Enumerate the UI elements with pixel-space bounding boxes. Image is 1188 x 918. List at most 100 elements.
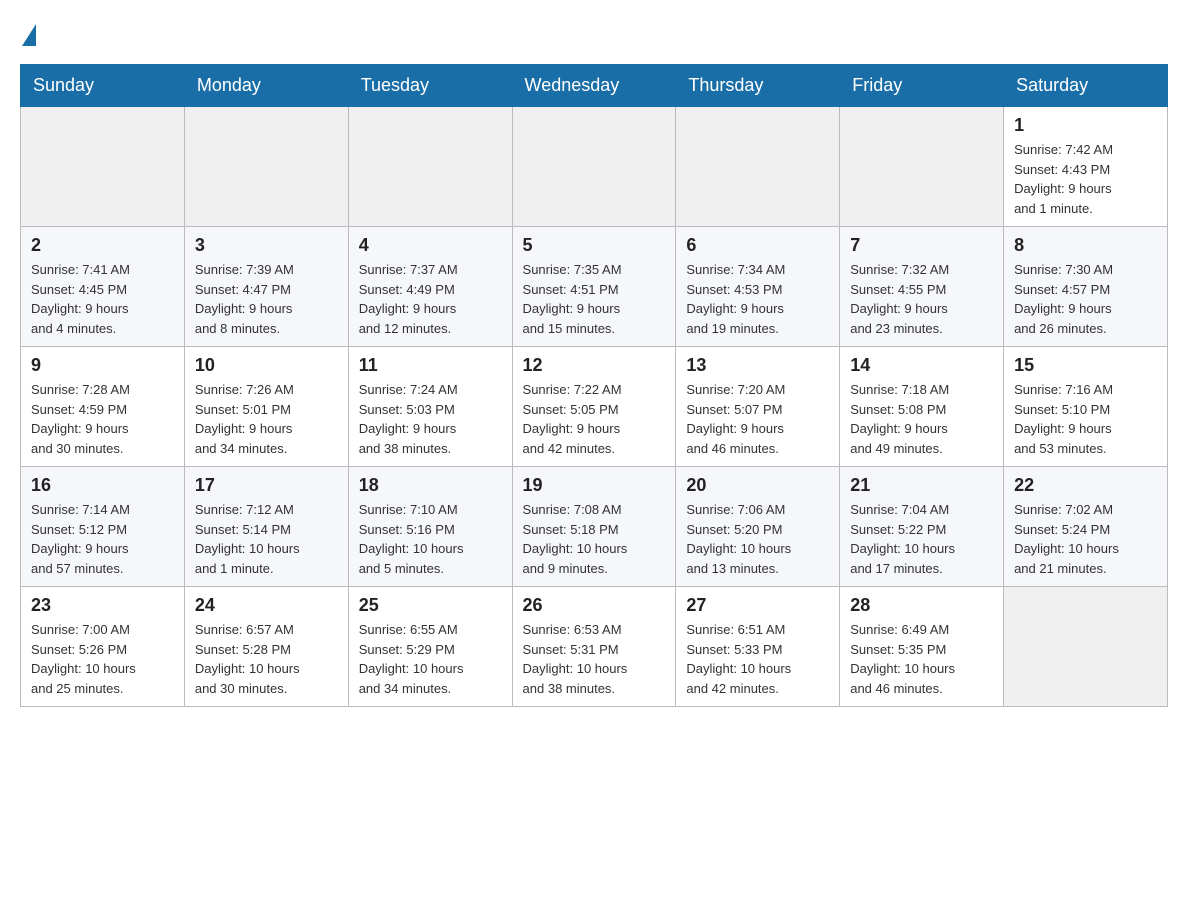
day-info: Sunrise: 7:22 AM Sunset: 5:05 PM Dayligh… bbox=[523, 380, 666, 458]
day-info: Sunrise: 7:06 AM Sunset: 5:20 PM Dayligh… bbox=[686, 500, 829, 578]
day-info: Sunrise: 7:32 AM Sunset: 4:55 PM Dayligh… bbox=[850, 260, 993, 338]
calendar-day-cell: 5Sunrise: 7:35 AM Sunset: 4:51 PM Daylig… bbox=[512, 227, 676, 347]
day-number: 27 bbox=[686, 595, 829, 616]
calendar-day-cell: 10 Sunrise: 7:26 AM Sunset: 5:01 PM Dayli… bbox=[184, 347, 348, 467]
day-number: 21 bbox=[850, 475, 993, 496]
calendar-day-cell: 28 Sunrise: 6:49 AM Sunset: 5:35 PM Dayli… bbox=[840, 587, 1004, 707]
calendar-day-cell: 1 Sunrise: 7:42 AM Sunset: 4:43 PM Daylig… bbox=[1004, 107, 1168, 227]
day-info: Sunrise: 7:24 AM Sunset: 5:03 PM Dayligh… bbox=[359, 380, 502, 458]
calendar-day-cell: 13 Sunrise: 7:20 AM Sunset: 5:07 PM Dayli… bbox=[676, 347, 840, 467]
calendar-day-cell bbox=[348, 107, 512, 227]
calendar-header-row: SundayMondayTuesdayWednesdayThursdayFrid… bbox=[21, 65, 1168, 107]
day-info: Sunrise: 6:53 AM Sunset: 5:31 PM Dayligh… bbox=[523, 620, 666, 698]
day-number: 22 bbox=[1014, 475, 1157, 496]
calendar-day-cell: 22 Sunrise: 7:02 AM Sunset: 5:24 PM Dayli… bbox=[1004, 467, 1168, 587]
calendar-day-cell: 25 Sunrise: 6:55 AM Sunset: 5:29 PM Dayli… bbox=[348, 587, 512, 707]
day-number: 15 bbox=[1014, 355, 1157, 376]
day-info: Sunrise: 7:42 AM Sunset: 4:43 PM Dayligh… bbox=[1014, 140, 1157, 218]
day-number: 8 bbox=[1014, 235, 1157, 256]
calendar-day-cell: 3Sunrise: 7:39 AM Sunset: 4:47 PM Daylig… bbox=[184, 227, 348, 347]
calendar-day-cell: 16 Sunrise: 7:14 AM Sunset: 5:12 PM Dayli… bbox=[21, 467, 185, 587]
day-number: 9 bbox=[31, 355, 174, 376]
day-number: 2 bbox=[31, 235, 174, 256]
day-info: Sunrise: 7:10 AM Sunset: 5:16 PM Dayligh… bbox=[359, 500, 502, 578]
day-info: Sunrise: 6:57 AM Sunset: 5:28 PM Dayligh… bbox=[195, 620, 338, 698]
calendar-day-cell: 9 Sunrise: 7:28 AM Sunset: 4:59 PM Daylig… bbox=[21, 347, 185, 467]
day-number: 23 bbox=[31, 595, 174, 616]
calendar-day-cell: 19 Sunrise: 7:08 AM Sunset: 5:18 PM Dayli… bbox=[512, 467, 676, 587]
day-number: 16 bbox=[31, 475, 174, 496]
calendar-week-row: 1 Sunrise: 7:42 AM Sunset: 4:43 PM Daylig… bbox=[21, 107, 1168, 227]
day-info: Sunrise: 7:02 AM Sunset: 5:24 PM Dayligh… bbox=[1014, 500, 1157, 578]
day-of-week-header: Saturday bbox=[1004, 65, 1168, 107]
calendar-day-cell: 15 Sunrise: 7:16 AM Sunset: 5:10 PM Dayli… bbox=[1004, 347, 1168, 467]
day-of-week-header: Wednesday bbox=[512, 65, 676, 107]
calendar-day-cell bbox=[184, 107, 348, 227]
calendar-day-cell: 18 Sunrise: 7:10 AM Sunset: 5:16 PM Dayli… bbox=[348, 467, 512, 587]
day-of-week-header: Tuesday bbox=[348, 65, 512, 107]
calendar-day-cell: 21 Sunrise: 7:04 AM Sunset: 5:22 PM Dayli… bbox=[840, 467, 1004, 587]
calendar-day-cell: 2Sunrise: 7:41 AM Sunset: 4:45 PM Daylig… bbox=[21, 227, 185, 347]
calendar-day-cell: 11 Sunrise: 7:24 AM Sunset: 5:03 PM Dayli… bbox=[348, 347, 512, 467]
day-number: 4 bbox=[359, 235, 502, 256]
day-info: Sunrise: 7:12 AM Sunset: 5:14 PM Dayligh… bbox=[195, 500, 338, 578]
day-of-week-header: Sunday bbox=[21, 65, 185, 107]
calendar-day-cell: 7 Sunrise: 7:32 AM Sunset: 4:55 PM Daylig… bbox=[840, 227, 1004, 347]
day-info: Sunrise: 7:34 AM Sunset: 4:53 PM Dayligh… bbox=[686, 260, 829, 338]
calendar-day-cell: 12 Sunrise: 7:22 AM Sunset: 5:05 PM Dayli… bbox=[512, 347, 676, 467]
day-number: 19 bbox=[523, 475, 666, 496]
day-number: 5 bbox=[523, 235, 666, 256]
day-info: Sunrise: 7:18 AM Sunset: 5:08 PM Dayligh… bbox=[850, 380, 993, 458]
calendar-day-cell: 24 Sunrise: 6:57 AM Sunset: 5:28 PM Dayli… bbox=[184, 587, 348, 707]
calendar-week-row: 9 Sunrise: 7:28 AM Sunset: 4:59 PM Daylig… bbox=[21, 347, 1168, 467]
day-info: Sunrise: 7:26 AM Sunset: 5:01 PM Dayligh… bbox=[195, 380, 338, 458]
day-number: 12 bbox=[523, 355, 666, 376]
day-number: 11 bbox=[359, 355, 502, 376]
calendar-day-cell: 26 Sunrise: 6:53 AM Sunset: 5:31 PM Dayli… bbox=[512, 587, 676, 707]
calendar-day-cell bbox=[21, 107, 185, 227]
day-of-week-header: Friday bbox=[840, 65, 1004, 107]
day-number: 18 bbox=[359, 475, 502, 496]
day-info: Sunrise: 7:08 AM Sunset: 5:18 PM Dayligh… bbox=[523, 500, 666, 578]
calendar-day-cell bbox=[1004, 587, 1168, 707]
calendar-table: SundayMondayTuesdayWednesdayThursdayFrid… bbox=[20, 64, 1168, 707]
day-of-week-header: Thursday bbox=[676, 65, 840, 107]
day-info: Sunrise: 6:55 AM Sunset: 5:29 PM Dayligh… bbox=[359, 620, 502, 698]
calendar-day-cell bbox=[840, 107, 1004, 227]
day-number: 10 bbox=[195, 355, 338, 376]
day-info: Sunrise: 7:37 AM Sunset: 4:49 PM Dayligh… bbox=[359, 260, 502, 338]
calendar-week-row: 2Sunrise: 7:41 AM Sunset: 4:45 PM Daylig… bbox=[21, 227, 1168, 347]
day-number: 13 bbox=[686, 355, 829, 376]
day-info: Sunrise: 7:28 AM Sunset: 4:59 PM Dayligh… bbox=[31, 380, 174, 458]
day-number: 3 bbox=[195, 235, 338, 256]
day-info: Sunrise: 6:49 AM Sunset: 5:35 PM Dayligh… bbox=[850, 620, 993, 698]
day-of-week-header: Monday bbox=[184, 65, 348, 107]
logo-arrow-icon bbox=[22, 24, 36, 46]
calendar-day-cell: 23 Sunrise: 7:00 AM Sunset: 5:26 PM Dayli… bbox=[21, 587, 185, 707]
day-number: 20 bbox=[686, 475, 829, 496]
calendar-day-cell: 6 Sunrise: 7:34 AM Sunset: 4:53 PM Daylig… bbox=[676, 227, 840, 347]
day-number: 25 bbox=[359, 595, 502, 616]
day-number: 17 bbox=[195, 475, 338, 496]
day-info: Sunrise: 7:00 AM Sunset: 5:26 PM Dayligh… bbox=[31, 620, 174, 698]
day-info: Sunrise: 7:20 AM Sunset: 5:07 PM Dayligh… bbox=[686, 380, 829, 458]
calendar-day-cell: 20 Sunrise: 7:06 AM Sunset: 5:20 PM Dayli… bbox=[676, 467, 840, 587]
calendar-day-cell bbox=[512, 107, 676, 227]
day-info: Sunrise: 7:30 AM Sunset: 4:57 PM Dayligh… bbox=[1014, 260, 1157, 338]
page-header bbox=[20, 20, 1168, 44]
calendar-week-row: 23 Sunrise: 7:00 AM Sunset: 5:26 PM Dayli… bbox=[21, 587, 1168, 707]
day-info: Sunrise: 7:04 AM Sunset: 5:22 PM Dayligh… bbox=[850, 500, 993, 578]
day-number: 24 bbox=[195, 595, 338, 616]
day-number: 26 bbox=[523, 595, 666, 616]
calendar-day-cell: 4 Sunrise: 7:37 AM Sunset: 4:49 PM Daylig… bbox=[348, 227, 512, 347]
calendar-week-row: 16 Sunrise: 7:14 AM Sunset: 5:12 PM Dayli… bbox=[21, 467, 1168, 587]
day-number: 6 bbox=[686, 235, 829, 256]
day-number: 28 bbox=[850, 595, 993, 616]
day-number: 14 bbox=[850, 355, 993, 376]
day-number: 1 bbox=[1014, 115, 1157, 136]
day-info: Sunrise: 7:14 AM Sunset: 5:12 PM Dayligh… bbox=[31, 500, 174, 578]
day-info: Sunrise: 7:16 AM Sunset: 5:10 PM Dayligh… bbox=[1014, 380, 1157, 458]
day-number: 7 bbox=[850, 235, 993, 256]
calendar-day-cell: 27Sunrise: 6:51 AM Sunset: 5:33 PM Dayli… bbox=[676, 587, 840, 707]
calendar-day-cell: 17 Sunrise: 7:12 AM Sunset: 5:14 PM Dayli… bbox=[184, 467, 348, 587]
